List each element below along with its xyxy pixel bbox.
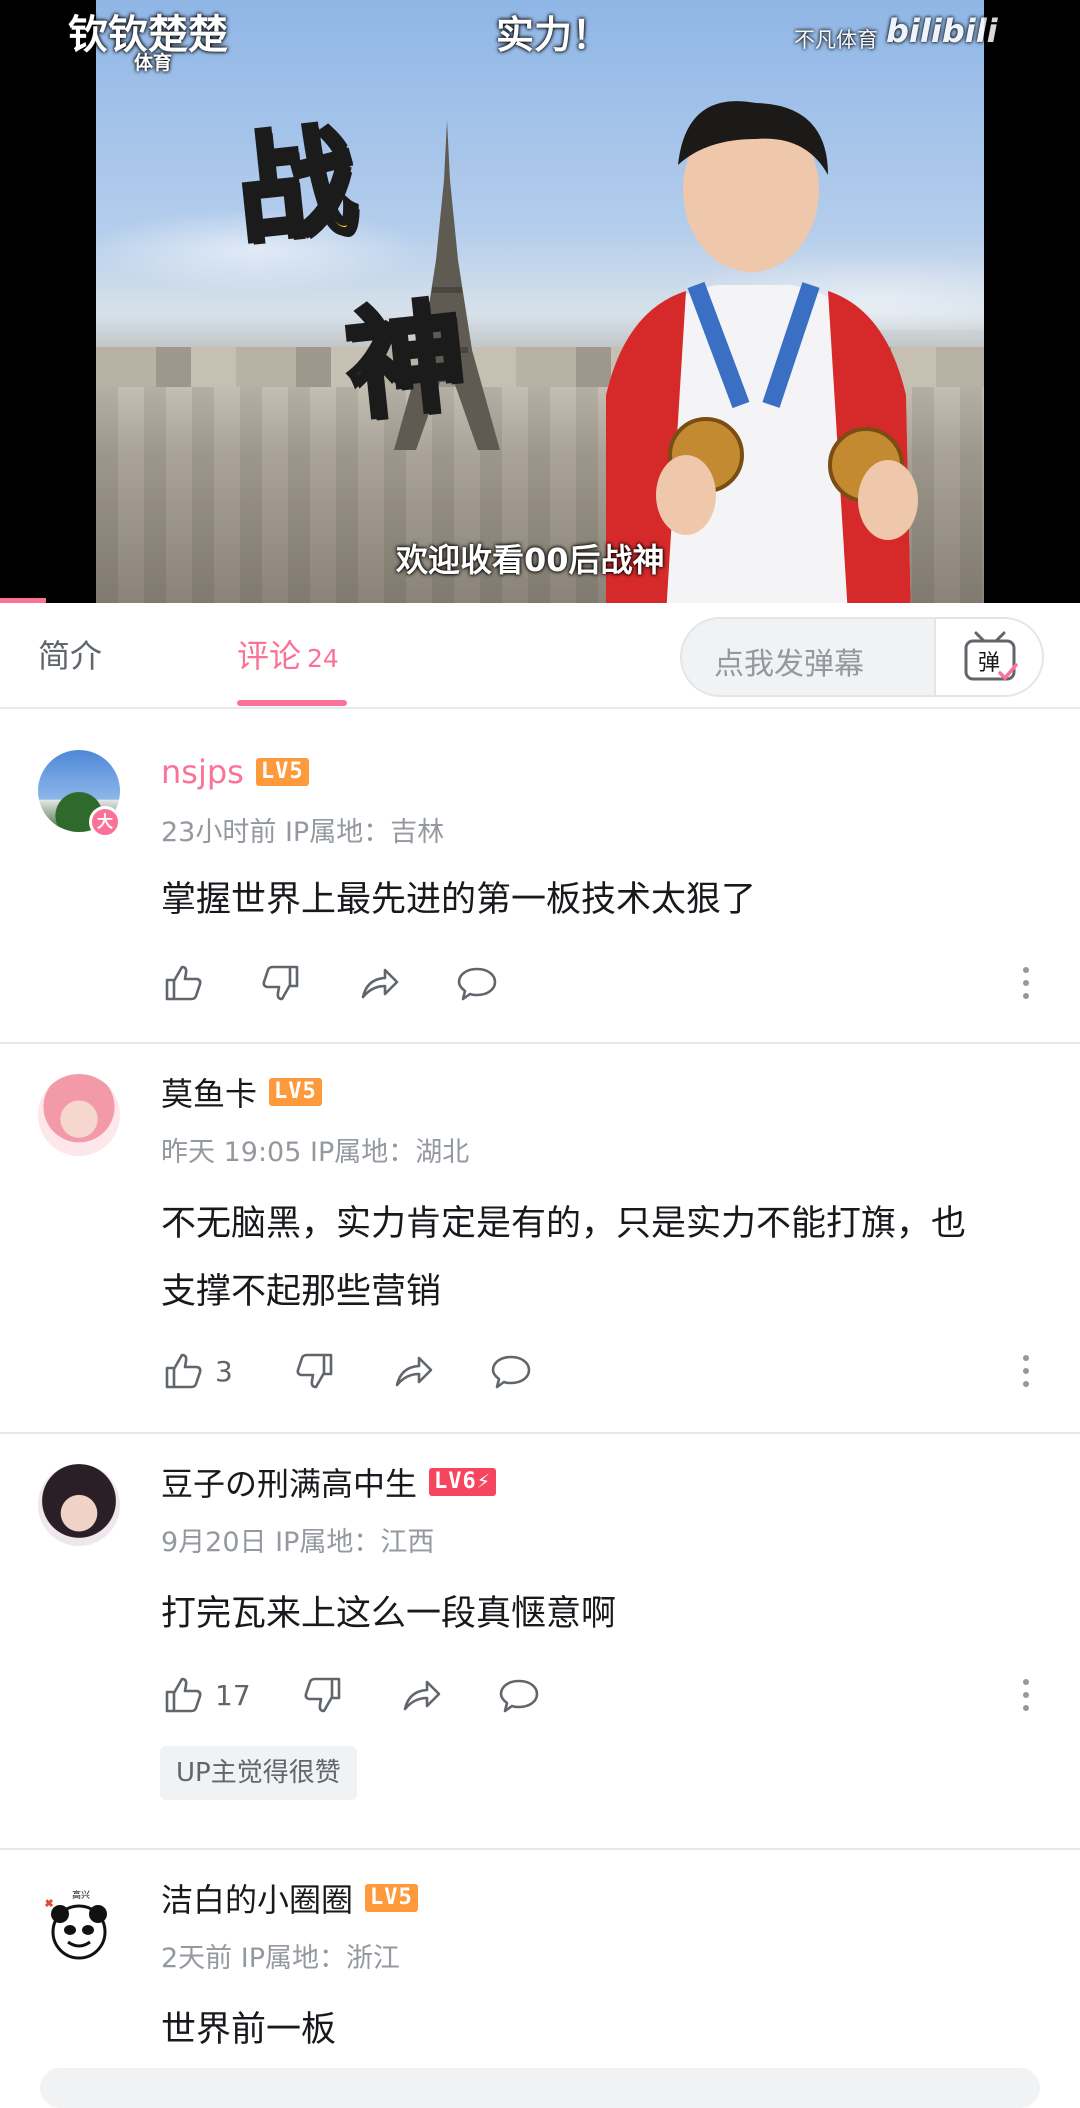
comment-time: 2天前 bbox=[161, 1943, 233, 1974]
dislike-button[interactable] bbox=[301, 1670, 345, 1720]
comment-meta: 昨天 19:05 IP属地：湖北 bbox=[161, 1130, 469, 1169]
share-button[interactable] bbox=[399, 1670, 443, 1720]
tab-active-indicator bbox=[237, 700, 347, 706]
comment-ip: IP属地：吉林 bbox=[284, 817, 445, 848]
tab-comments-label: 评论 bbox=[237, 637, 302, 675]
comment-username[interactable]: 莫鱼卡 bbox=[161, 1069, 257, 1115]
like-icon bbox=[165, 965, 202, 1001]
danmaku-input[interactable]: 点我发弹幕 弹 bbox=[680, 617, 1044, 697]
comment-header: 豆子の刑满高中生 LV6⚡ bbox=[161, 1459, 497, 1505]
share-icon bbox=[361, 968, 399, 999]
dislike-icon bbox=[304, 1677, 341, 1713]
comment-time: 23小时前 bbox=[161, 817, 277, 848]
comment-text: 掌握世界上最先进的第一板技术太狠了 bbox=[161, 880, 757, 920]
dislike-icon bbox=[296, 1353, 333, 1389]
comment-divider bbox=[0, 1042, 1080, 1044]
video-watermark: 不凡体育 bbox=[794, 28, 878, 52]
reply-button[interactable] bbox=[497, 1670, 541, 1720]
like-count: 3 bbox=[215, 1354, 233, 1388]
comment-actions: 3 bbox=[161, 1346, 1041, 1396]
avatar[interactable] bbox=[38, 1074, 120, 1156]
lightning-icon: ⚡ bbox=[476, 1469, 492, 1494]
comment-meta: 23小时前 IP属地：吉林 bbox=[161, 810, 444, 849]
video-big-char-1: 战 bbox=[228, 108, 365, 264]
tab-intro[interactable]: 简介 bbox=[38, 631, 102, 677]
more-button[interactable] bbox=[1011, 958, 1041, 1008]
reply-icon bbox=[491, 1355, 531, 1389]
comment-actions bbox=[161, 958, 1041, 1008]
comment-text: 打完瓦来上这么一段真惬意啊 bbox=[161, 1594, 617, 1634]
reply-button[interactable] bbox=[489, 1346, 533, 1396]
reply-icon bbox=[499, 1679, 539, 1713]
like-icon bbox=[165, 1677, 202, 1713]
comment-divider bbox=[0, 1432, 1080, 1434]
video-frame: 战 神 欢迎收看00后战神 bbox=[96, 0, 984, 603]
more-vertical-icon bbox=[1023, 967, 1029, 999]
more-button[interactable] bbox=[1011, 1346, 1041, 1396]
reply-icon bbox=[457, 967, 497, 1001]
share-icon bbox=[403, 1680, 441, 1711]
more-button[interactable] bbox=[1011, 1670, 1041, 1720]
video-subtitle: 欢迎收看00后战神 bbox=[396, 541, 665, 579]
share-icon bbox=[395, 1356, 433, 1387]
level-badge: LV5 bbox=[255, 758, 309, 786]
up-liked-tag: UP主觉得很赞 bbox=[160, 1746, 357, 1800]
video-channel-sub: 体育 bbox=[134, 52, 173, 74]
athlete-image bbox=[606, 101, 918, 603]
panda-meme-icon: 高兴 bbox=[44, 1889, 107, 1960]
level-badge: LV5 bbox=[269, 1078, 322, 1106]
more-vertical-icon bbox=[1023, 1355, 1029, 1387]
level-badge-text: LV6 bbox=[434, 1469, 477, 1494]
tab-comments-count: 24 bbox=[307, 644, 339, 673]
like-button[interactable] bbox=[161, 958, 205, 1008]
comment-header: 洁白的小圈圈 LV5 bbox=[161, 1876, 418, 1920]
comment-ip: IP属地：江西 bbox=[275, 1527, 435, 1558]
comment-actions: 17 bbox=[161, 1670, 1041, 1720]
dislike-icon bbox=[262, 965, 299, 1001]
comment-divider bbox=[0, 1848, 1080, 1850]
comment-username[interactable]: nsjps bbox=[161, 753, 244, 791]
tab-comments[interactable]: 评论 24 bbox=[237, 631, 339, 677]
comment-ip: IP属地：浙江 bbox=[240, 1943, 401, 1974]
share-button[interactable] bbox=[391, 1346, 435, 1396]
comment-meta: 2天前 IP属地：浙江 bbox=[161, 1936, 400, 1975]
level-badge: LV6⚡ bbox=[429, 1468, 497, 1496]
comment-meta: 9月20日 IP属地：江西 bbox=[161, 1520, 434, 1559]
comment-time: 9月20日 bbox=[161, 1527, 267, 1558]
video-top-caption: 实力！ bbox=[496, 13, 611, 57]
like-button[interactable]: 17 bbox=[161, 1670, 251, 1720]
reply-button[interactable] bbox=[455, 958, 499, 1008]
comment-ip: IP属地：湖北 bbox=[310, 1137, 470, 1168]
svg-text:高兴: 高兴 bbox=[72, 1889, 90, 1901]
comment-header: 莫鱼卡 LV5 bbox=[161, 1070, 322, 1114]
like-count: 17 bbox=[215, 1678, 251, 1712]
danmaku-toggle-button[interactable]: 弹 bbox=[934, 619, 1042, 695]
share-button[interactable] bbox=[357, 958, 401, 1008]
comment-username[interactable]: 洁白的小圈圈 bbox=[161, 1875, 353, 1921]
like-icon bbox=[165, 1353, 202, 1389]
comment-time: 昨天 19:05 bbox=[161, 1137, 302, 1168]
bottom-comment-input[interactable] bbox=[40, 2068, 1040, 2108]
tab-bar: 简介 评论 24 点我发弹幕 弹 bbox=[0, 603, 1080, 709]
danmaku-toggle-icon: 弹 bbox=[964, 631, 1018, 681]
avatar-badge: 大 bbox=[89, 806, 121, 838]
video-big-char-2: 神 bbox=[338, 283, 475, 439]
level-badge: LV5 bbox=[365, 1884, 418, 1912]
comment-username[interactable]: 豆子の刑满高中生 bbox=[161, 1459, 417, 1505]
comment-text: 世界前一板 bbox=[161, 2010, 337, 2050]
comment-text: 不无脑黑，实力肯定是有的，只是实力不能打旗，也支撑不起那些营销 bbox=[161, 1204, 967, 1312]
video-player[interactable]: 战 神 欢迎收看00后战神 钦钦楚楚 体育 实力！ 不凡体育 bilibili bbox=[0, 0, 1080, 603]
svg-text:弹: 弹 bbox=[978, 651, 1000, 676]
more-vertical-icon bbox=[1023, 1679, 1029, 1711]
comment-header: nsjps LV5 bbox=[161, 750, 309, 794]
like-button[interactable]: 3 bbox=[161, 1346, 233, 1396]
dislike-button[interactable] bbox=[293, 1346, 337, 1396]
avatar[interactable] bbox=[38, 1464, 120, 1546]
bilibili-logo: bilibili bbox=[886, 12, 998, 50]
danmaku-placeholder: 点我发弹幕 bbox=[714, 647, 864, 682]
avatar[interactable]: 高兴 bbox=[38, 1884, 120, 1966]
dislike-button[interactable] bbox=[259, 958, 303, 1008]
